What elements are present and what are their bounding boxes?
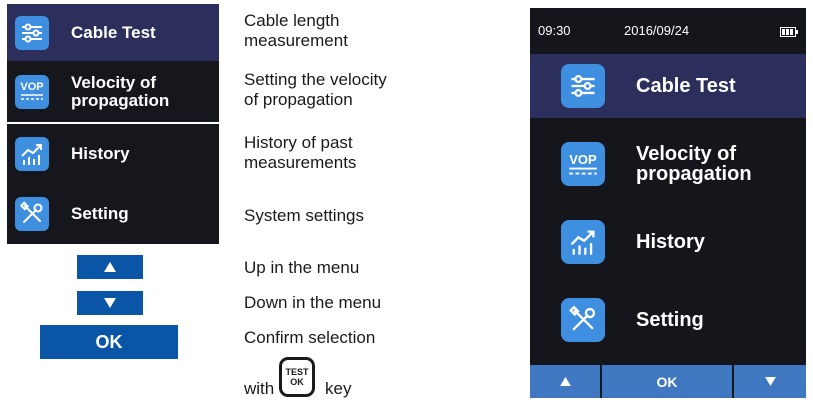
menu-item-history[interactable]: History [7,124,219,184]
screen-menu-label: Velocity of propagation [636,143,752,185]
softkey-up[interactable] [530,365,602,398]
menu-item-label: History [71,144,130,163]
chart-icon [15,137,49,171]
sliders-icon [561,64,605,108]
up-description: Up in the menu [244,258,360,277]
arrow-up-icon [104,262,116,272]
menu-item-cable-test[interactable]: Cable Test [7,4,219,61]
arrow-down-icon [764,377,776,386]
screen-menu-history[interactable]: History [530,210,806,274]
tools-icon [561,298,605,342]
down-key[interactable] [77,291,143,315]
battery-icon [780,25,798,40]
arrow-up-icon [559,377,571,386]
screen-menu-label: Setting [636,309,704,331]
confirm-with-text: with [244,379,275,398]
down-description: Down in the menu [244,293,382,312]
vop-icon: VOP [561,142,605,186]
device-screen: 09:30 2016/09/24 Cable Test VOP Velocity… [530,8,806,398]
vop-icon: VOP [15,74,49,109]
chart-icon [561,220,605,264]
up-key[interactable] [77,255,143,279]
cable-test-description: Cable length measurement [244,11,348,50]
menu-item-label: Cable Test [71,22,156,42]
screen-menu-cable-test[interactable]: Cable Test [530,54,806,118]
menu-item-setting[interactable]: Setting [7,184,219,244]
screen-menu-label: History [636,231,705,253]
status-time: 09:30 [538,23,571,38]
setting-description: System settings [244,206,364,225]
softkey-ok[interactable]: OK [602,365,734,398]
sliders-icon [15,15,49,50]
confirm-key-text: key [325,379,352,398]
tools-icon [15,197,49,231]
device-display: 09:30 2016/09/24 Cable Test VOP Velocity… [523,0,813,406]
status-bar: 09:30 2016/09/24 [530,8,806,44]
screen-menu-setting[interactable]: Setting [530,288,806,352]
ok-key[interactable]: OK [40,325,178,359]
screen-menu-label: Cable Test [636,75,736,97]
test-ok-key-icon: TEST OK [279,357,315,397]
menu-item-velocity[interactable]: VOP Velocity of propagation [7,61,219,122]
softkey-down[interactable] [734,365,806,398]
velocity-description: Setting the velocity of propagation [244,70,387,109]
menu-item-label: Setting [71,204,129,223]
vop-icon-text: VOP [569,151,597,167]
ok-key-label: OK [290,377,304,387]
history-description: History of past measurements [244,133,357,172]
status-date: 2016/09/24 [624,23,690,38]
confirm-description: Confirm selection [244,328,376,347]
arrow-down-icon [104,298,116,308]
test-key-label: TEST [285,367,309,377]
menu-item-label: Velocity of propagation [71,72,170,110]
softkey-bar: OK [530,365,806,398]
screen-menu-velocity[interactable]: VOP Velocity of propagation [530,132,806,196]
vop-icon-text: VOP [20,81,44,93]
